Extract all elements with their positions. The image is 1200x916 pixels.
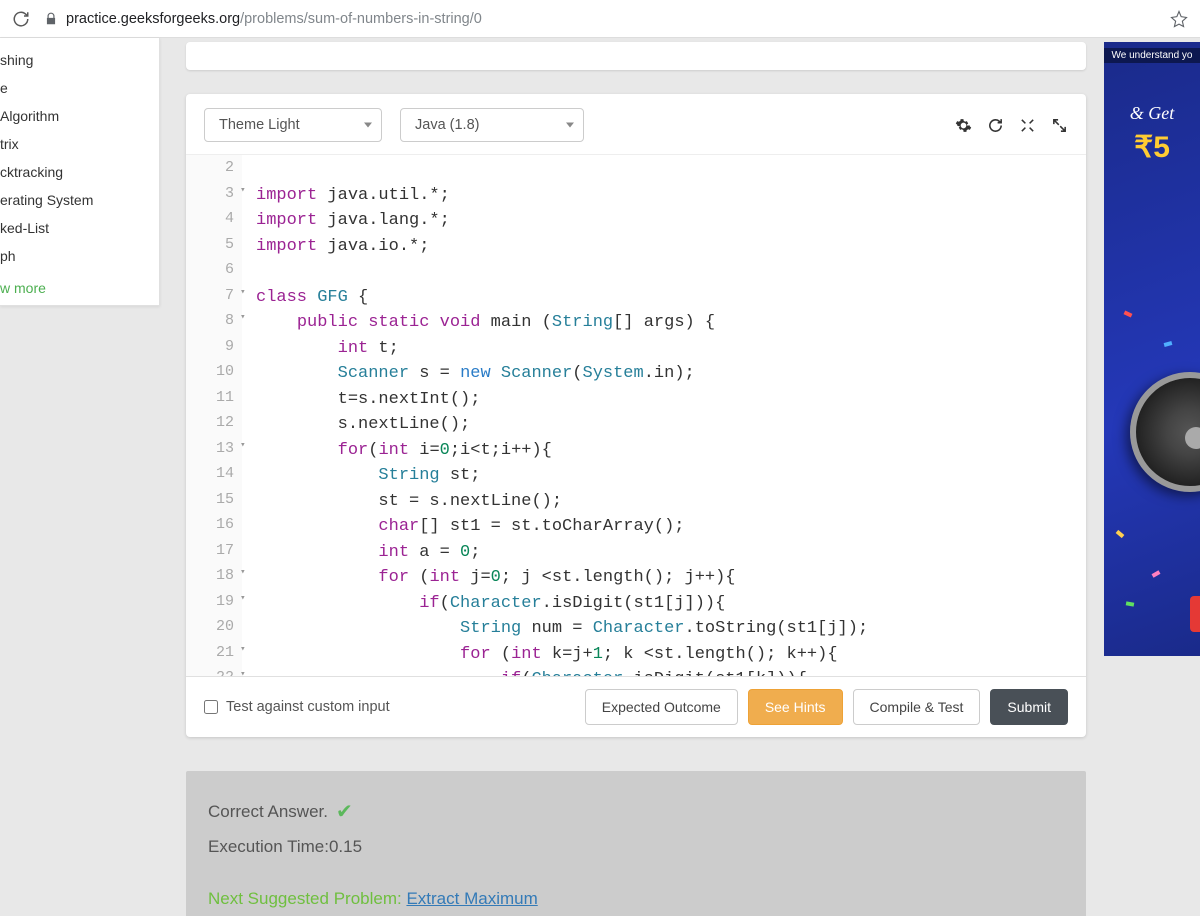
ad-price: ₹5 <box>1104 130 1200 165</box>
sidebar-item[interactable]: e <box>0 74 159 102</box>
fullscreen-icon[interactable] <box>1050 116 1068 134</box>
sidebar-item[interactable]: cktracking <box>0 158 159 186</box>
reload-icon[interactable] <box>12 10 30 28</box>
ad-banner[interactable]: We understand yo & Get ₹5 <box>1104 42 1200 656</box>
code-editor[interactable]: 23456789101112131415161718192021222324 i… <box>186 154 1086 676</box>
check-icon: ✔ <box>336 793 353 831</box>
confetti-graphic <box>1126 601 1135 606</box>
sidebar-item[interactable]: erating System <box>0 186 159 214</box>
compile-test-button[interactable]: Compile & Test <box>853 689 981 725</box>
lock-icon <box>44 12 58 26</box>
sidebar-item[interactable]: shing <box>0 46 159 74</box>
confetti-graphic <box>1116 530 1125 538</box>
language-select[interactable]: Java (1.8) <box>400 108 584 142</box>
expected-outcome-button[interactable]: Expected Outcome <box>585 689 738 725</box>
main-column: Theme Light Java (1.8) 23456789101112131… <box>160 38 1104 916</box>
sidebar-show-more[interactable]: w more <box>0 270 159 302</box>
theme-select[interactable]: Theme Light <box>204 108 382 142</box>
editor-footer: Test against custom input Expected Outco… <box>186 676 1086 737</box>
custom-input-checkbox[interactable] <box>204 700 218 714</box>
custom-input-label: Test against custom input <box>226 699 390 715</box>
film-reel-graphic <box>1130 372 1200 492</box>
code-body[interactable]: import java.util.*;import java.lang.*;im… <box>242 155 1086 676</box>
ad-cta-icon <box>1190 596 1200 632</box>
submit-button[interactable]: Submit <box>990 689 1068 725</box>
exec-time-value: 0.15 <box>329 837 362 856</box>
result-card: Correct Answer. ✔ Execution Time:0.15 Ne… <box>186 771 1086 916</box>
sidebar-item[interactable]: ph <box>0 242 159 270</box>
confetti-graphic <box>1164 341 1173 347</box>
topic-sidebar: shing e Algorithm trix cktracking eratin… <box>0 38 160 306</box>
url-path: /problems/sum-of-numbers-in-string/0 <box>240 11 482 27</box>
confetti-graphic <box>1124 310 1133 317</box>
sidebar-item[interactable]: trix <box>0 130 159 158</box>
bookmark-star-icon[interactable] <box>1170 10 1188 28</box>
next-problem-link[interactable]: Extract Maximum <box>406 889 537 908</box>
expand-icon[interactable] <box>1018 116 1036 134</box>
ad-tagline: We understand yo <box>1104 48 1200 63</box>
settings-gear-icon[interactable] <box>954 116 972 134</box>
browser-address-bar: practice.geeksforgeeks.org/problems/sum-… <box>0 0 1200 38</box>
custom-input-toggle[interactable]: Test against custom input <box>204 699 390 715</box>
result-status: Correct Answer. <box>208 796 328 828</box>
sidebar-item[interactable]: Algorithm <box>0 102 159 130</box>
next-problem-label: Next Suggested Problem: <box>208 889 402 908</box>
editor-toolbar: Theme Light Java (1.8) <box>186 94 1086 154</box>
sidebar-item[interactable]: ked-List <box>0 214 159 242</box>
confetti-graphic <box>1152 570 1161 577</box>
exec-time-label: Execution Time: <box>208 837 329 856</box>
line-gutter: 23456789101112131415161718192021222324 <box>186 155 242 676</box>
code-editor-card: Theme Light Java (1.8) 23456789101112131… <box>186 94 1086 737</box>
url-display[interactable]: practice.geeksforgeeks.org/problems/sum-… <box>44 11 1156 27</box>
reset-icon[interactable] <box>986 116 1004 134</box>
ad-get-text: & Get <box>1104 103 1200 124</box>
url-host: practice.geeksforgeeks.org <box>66 11 240 27</box>
problem-header-card <box>186 42 1086 70</box>
see-hints-button[interactable]: See Hints <box>748 689 843 725</box>
